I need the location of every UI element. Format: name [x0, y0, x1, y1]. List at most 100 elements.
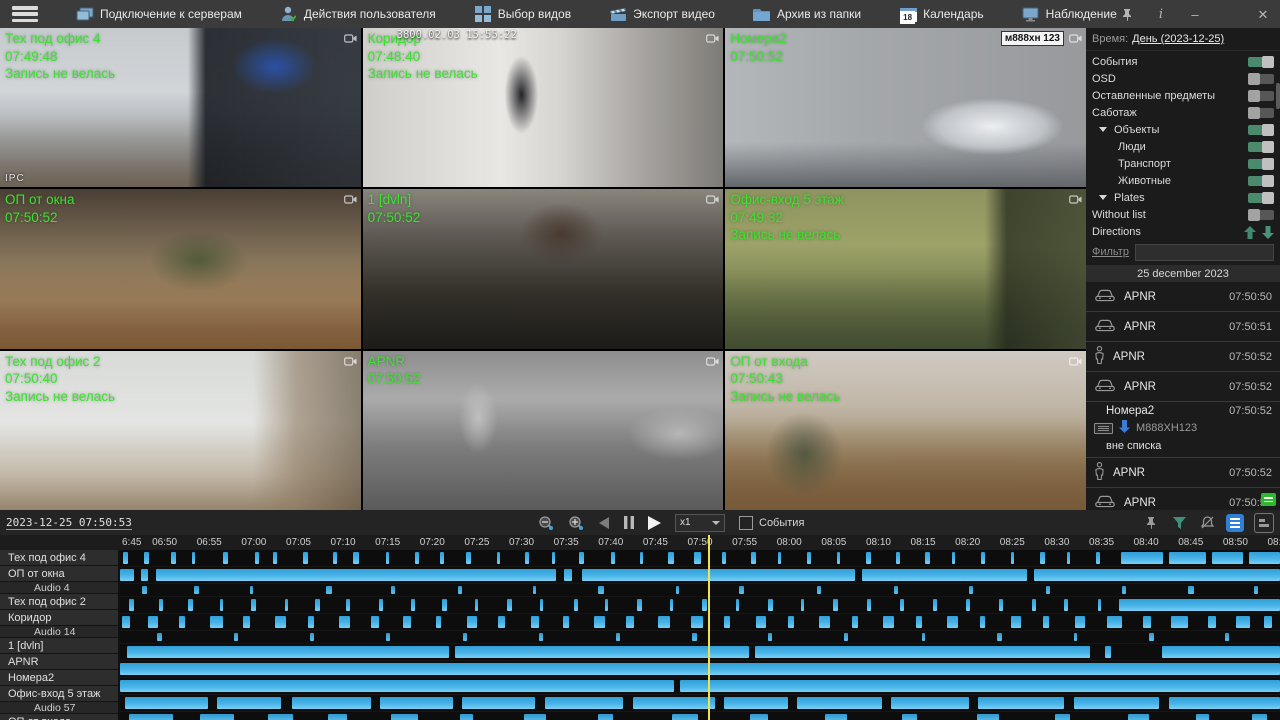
event-row-plate[interactable]: Номера207:50:52M888XH123вне списка [1086, 401, 1280, 457]
timeline-track-1[interactable] [120, 550, 1280, 567]
camera-menu-icon[interactable] [1069, 192, 1082, 210]
camera-tile-2[interactable]: Коридор07:48:40Запись не велась3800.02.0… [363, 28, 724, 187]
chevron-down-icon[interactable] [1099, 195, 1107, 200]
toggle-switch-off[interactable] [1248, 91, 1274, 101]
camera-menu-icon[interactable] [344, 354, 357, 372]
pause-button[interactable] [624, 516, 634, 529]
events-checkbox[interactable]: События [739, 516, 804, 530]
timeline-track-10[interactable] [120, 695, 1280, 712]
toggle-row-5[interactable]: Объекты [1086, 121, 1280, 138]
events-panel-toggle-icon[interactable] [1226, 514, 1244, 532]
event-list-scrollbar[interactable] [1276, 83, 1280, 109]
current-timestamp[interactable]: 2023-12-25 07:50:53 [6, 516, 132, 530]
archive-segment [947, 616, 957, 628]
event-row[interactable]: APNR07:50:52 [1086, 371, 1280, 401]
toggle-row-4[interactable]: Саботаж [1086, 104, 1280, 121]
timeline-zoom-out-icon[interactable] [538, 515, 554, 531]
toolbar-item-7[interactable]: Наблюдение [1022, 0, 1117, 28]
playback-speed-select[interactable]: x1 [675, 514, 725, 532]
toggle-switch-on[interactable] [1248, 125, 1274, 135]
timeline-ruler[interactable]: 6:4506:5006:5507:0007:0507:1007:1507:200… [0, 535, 1280, 550]
event-row[interactable]: APNR07:50:50 [1086, 282, 1280, 311]
timeline-track-6[interactable] [120, 631, 1280, 644]
toggle-switch-on[interactable] [1248, 57, 1274, 67]
toolbar-item-1[interactable]: Подключение к серверам [76, 0, 242, 28]
camera-tile-6[interactable]: Офис-вход 5 этаж07:49:32Запись не велась [725, 189, 1086, 348]
timeline-track-5[interactable] [120, 614, 1280, 631]
camera-menu-icon[interactable] [344, 31, 357, 49]
camera-tile-5[interactable]: 1 [dvln]07:50:52 [363, 189, 724, 348]
toolbar-item-3[interactable]: Выбор видов [474, 0, 571, 28]
pin-icon[interactable] [1120, 7, 1134, 21]
direction-down-icon[interactable] [1262, 226, 1274, 239]
timeline-panel-toggle-icon[interactable] [1254, 513, 1274, 533]
toolbar-item-4[interactable]: Экспорт видео [609, 0, 715, 28]
time-range-link[interactable]: День (2023-12-25) [1132, 33, 1224, 45]
timeline-track-8[interactable] [120, 661, 1280, 678]
toggle-row-2[interactable]: OSD [1086, 70, 1280, 87]
play-button[interactable] [648, 516, 661, 530]
camera-tile-4[interactable]: ОП от окна07:50:52 [0, 189, 361, 348]
camera-menu-icon[interactable] [344, 192, 357, 210]
camera-tile-7[interactable]: Тех под офис 207:50:40Запись не велась [0, 351, 361, 510]
event-row[interactable]: APNR07:50:52 [1086, 457, 1280, 487]
toggle-row-3[interactable]: Оставленные предметы [1086, 87, 1280, 104]
timeline-zoom-in-icon[interactable] [568, 515, 584, 531]
toggle-switch-on[interactable] [1248, 193, 1274, 203]
timeline-channel-labels: Тех под офис 4ОП от окнаAudio 4Тех под о… [0, 550, 118, 720]
camera-menu-icon[interactable] [1069, 354, 1082, 372]
timeline-track-2[interactable] [120, 567, 1280, 584]
toggle-switch-on[interactable] [1248, 142, 1274, 152]
camera-tile-9[interactable]: ОП от входа07:50:43Запись не велась [725, 351, 1086, 510]
direction-up-icon[interactable] [1244, 226, 1256, 239]
toggle-row-10[interactable]: Without list [1086, 206, 1280, 223]
plate-list-icon[interactable] [1261, 493, 1276, 506]
timeline-track-7[interactable] [120, 644, 1280, 661]
toggle-label: Саботаж [1092, 107, 1248, 119]
toolbar-item-2[interactable]: Действия пользователя [280, 0, 436, 28]
timeline-track-4[interactable] [120, 597, 1280, 614]
toolbar-item-5[interactable]: Архив из папки [753, 0, 861, 28]
time-tick: 07:40 [598, 537, 623, 548]
toggle-switch-on[interactable] [1248, 176, 1274, 186]
toggle-row-1[interactable]: События [1086, 53, 1280, 70]
toggle-row-6[interactable]: Люди [1086, 138, 1280, 155]
camera-menu-icon[interactable] [706, 31, 719, 49]
close-button[interactable]: ✕ [1256, 7, 1270, 21]
directions-row: Directions [1086, 223, 1280, 241]
event-time: 07:50:52 [1229, 467, 1272, 479]
timeline-track-11[interactable] [120, 712, 1280, 720]
filter-icon[interactable] [1170, 514, 1188, 532]
previous-frame-button[interactable] [598, 517, 610, 529]
event-row[interactable]: APNR07:50:52 [1086, 341, 1280, 371]
camera-menu-icon[interactable] [1069, 31, 1082, 49]
camera-menu-icon[interactable] [706, 354, 719, 372]
camera-menu-icon[interactable] [706, 192, 719, 210]
maximize-button[interactable] [1222, 7, 1236, 21]
toggle-row-8[interactable]: Животные [1086, 172, 1280, 189]
toggle-row-9[interactable]: Plates [1086, 189, 1280, 206]
camera-tile-1[interactable]: Тех под офис 407:49:48Запись не веласьIP… [0, 28, 361, 187]
archive-segment [672, 714, 698, 720]
archive-segment [250, 586, 253, 594]
toggle-switch-off[interactable] [1248, 108, 1274, 118]
filter-label[interactable]: Фильтр [1092, 246, 1129, 258]
camera-tile-8[interactable]: APNR07:50:52 [363, 351, 724, 510]
toggle-switch-off[interactable] [1248, 210, 1274, 220]
event-row[interactable]: APNR07:50:51 [1086, 311, 1280, 341]
info-icon[interactable]: i [1154, 7, 1168, 21]
camera-tile-3[interactable]: Номера207:50:52м888хн 123 [725, 28, 1086, 187]
filter-input[interactable] [1135, 244, 1274, 261]
main-menu-icon[interactable] [12, 6, 38, 22]
playhead[interactable] [708, 535, 710, 720]
toggle-switch-on[interactable] [1248, 159, 1274, 169]
toggle-row-7[interactable]: Транспорт [1086, 155, 1280, 172]
notifications-icon[interactable] [1198, 514, 1216, 532]
timeline-track-9[interactable] [120, 678, 1280, 695]
chevron-down-icon[interactable] [1099, 127, 1107, 132]
toolbar-item-6[interactable]: 18Календарь [899, 0, 984, 28]
minimize-button[interactable]: – [1188, 7, 1202, 21]
timeline-track-3[interactable] [120, 584, 1280, 597]
toggle-switch-off[interactable] [1248, 74, 1274, 84]
pin-icon[interactable] [1142, 514, 1160, 532]
